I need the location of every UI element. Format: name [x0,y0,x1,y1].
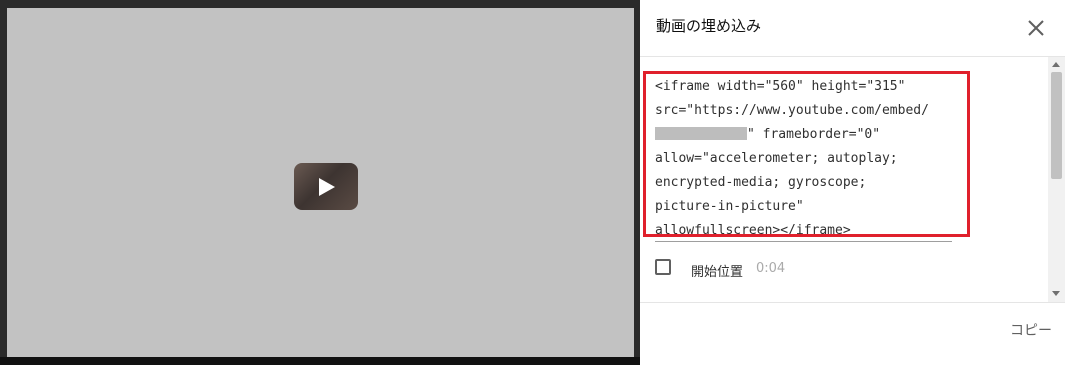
dialog-title: 動画の埋め込み [656,17,762,35]
embed-panel: 動画の埋め込み <iframe width="560" height="315"… [640,0,1065,365]
background-strip [0,357,640,365]
scroll-up-icon[interactable] [1052,62,1060,67]
scrollbar-thumb[interactable] [1051,72,1062,179]
start-at-checkbox[interactable] [655,259,671,275]
divider [640,56,1065,57]
textarea-underline [655,241,952,242]
highlight-box [643,71,970,237]
divider [640,302,1065,303]
play-button[interactable] [294,163,358,210]
start-at-time: 0:04 [756,261,786,276]
start-at-label: 開始位置 [691,265,744,280]
copy-button[interactable]: コピー [1010,320,1052,340]
scroll-down-icon[interactable] [1052,291,1060,296]
video-preview[interactable] [7,8,634,357]
close-icon[interactable] [1025,17,1047,39]
play-icon [319,178,335,196]
